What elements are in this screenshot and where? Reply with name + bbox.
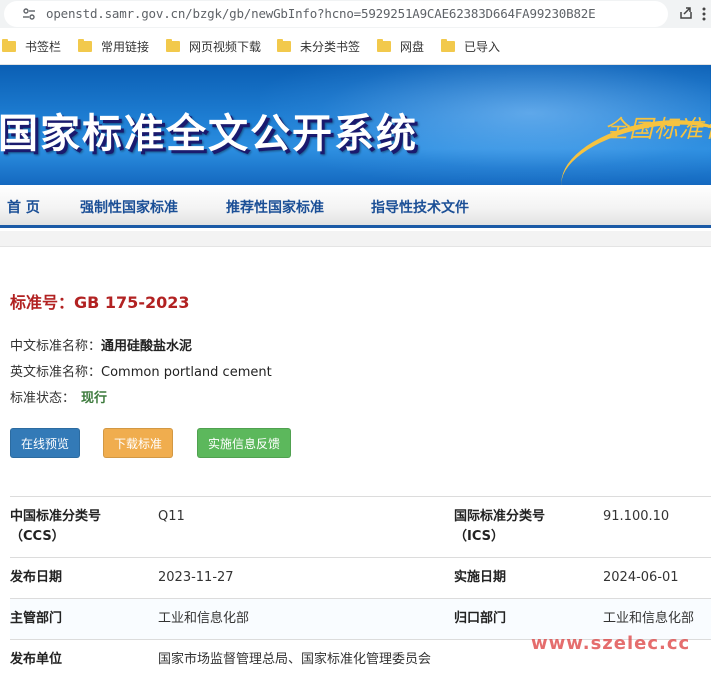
feedback-button[interactable]: 实施信息反馈 bbox=[197, 428, 291, 458]
nav-mandatory-standards[interactable]: 强制性国家标准 bbox=[80, 197, 178, 217]
cn-name-row: 中文标准名称：通用硅酸盐水泥 bbox=[10, 339, 193, 354]
dept-label: 主管部门 bbox=[10, 611, 63, 626]
central-dept-value: 工业和信息化部 bbox=[603, 611, 695, 626]
bookmark-folder[interactable]: 网页视频下载 bbox=[166, 38, 261, 54]
address-bar[interactable]: openstd.samr.gov.cn/bzgk/gb/newGbInfo?hc… bbox=[4, 1, 668, 27]
main-nav: 首 页 强制性国家标准 推荐性国家标准 指导性技术文件 bbox=[0, 185, 711, 228]
issuer-label: 发布单位 bbox=[10, 652, 63, 667]
nav-recommended-standards[interactable]: 推荐性国家标准 bbox=[226, 197, 324, 217]
url-text[interactable]: openstd.samr.gov.cn/bzgk/gb/newGbInfo?hc… bbox=[46, 6, 596, 21]
folder-icon bbox=[277, 38, 291, 52]
ccs-label: 中国标准分类号 （CCS） bbox=[10, 509, 102, 544]
watermark: www.szelec.cc bbox=[531, 633, 691, 654]
folder-icon bbox=[166, 38, 180, 52]
bookmark-folder[interactable]: 常用链接 bbox=[78, 38, 149, 54]
bookmark-folder[interactable]: 书签栏 bbox=[2, 38, 61, 54]
standard-number: 标准号：GB 175-2023 bbox=[10, 293, 190, 312]
ics-value: 91.100.10 bbox=[603, 509, 670, 524]
status-row: 标准状态： 现行 bbox=[10, 391, 108, 406]
en-name-value: Common portland cement bbox=[101, 365, 272, 380]
folder-icon bbox=[377, 38, 391, 52]
download-standard-button[interactable]: 下载标准 bbox=[103, 428, 173, 458]
cn-name-value: 通用硅酸盐水泥 bbox=[101, 339, 193, 354]
folder-icon bbox=[441, 38, 455, 52]
site-banner: 国家标准全文公开系统 全国标准化 bbox=[0, 65, 711, 185]
impl-date-value: 2024-06-01 bbox=[603, 570, 679, 585]
bookmark-folder[interactable]: 网盘 bbox=[377, 38, 424, 54]
ics-label: 国际标准分类号 （ICS） bbox=[454, 509, 546, 544]
en-name-row: 英文标准名称：Common portland cement bbox=[10, 365, 272, 380]
share-icon[interactable] bbox=[678, 5, 694, 21]
banner-calligraphy: 全国标准化 bbox=[604, 115, 711, 143]
online-preview-button[interactable]: 在线预览 bbox=[10, 428, 80, 458]
bookmarks-bar: 书签栏 常用链接 网页视频下载 未分类书签 网盘 已导入 bbox=[0, 28, 711, 65]
central-dept-label: 归口部门 bbox=[454, 611, 507, 626]
impl-date-label: 实施日期 bbox=[454, 570, 507, 585]
nav-guidance-documents[interactable]: 指导性技术文件 bbox=[371, 197, 469, 217]
ccs-value: Q11 bbox=[158, 509, 185, 524]
site-info-icon[interactable] bbox=[22, 7, 36, 21]
folder-icon bbox=[78, 38, 92, 52]
site-title: 国家标准全文公开系统 bbox=[0, 110, 418, 157]
folder-icon bbox=[2, 38, 16, 52]
browser-toolbar: openstd.samr.gov.cn/bzgk/gb/newGbInfo?hc… bbox=[0, 0, 711, 28]
more-menu-icon[interactable] bbox=[702, 7, 706, 21]
bookmark-folder[interactable]: 已导入 bbox=[441, 38, 500, 54]
dept-value: 工业和信息化部 bbox=[158, 611, 250, 626]
publish-date-label: 发布日期 bbox=[10, 570, 63, 585]
status-badge: 现行 bbox=[81, 391, 108, 406]
issuer-value: 国家市场监督管理总局、国家标准化管理委员会 bbox=[158, 652, 432, 667]
nav-home[interactable]: 首 页 bbox=[7, 197, 40, 217]
bookmark-folder[interactable]: 未分类书签 bbox=[277, 38, 360, 54]
publish-date-value: 2023-11-27 bbox=[158, 570, 234, 585]
